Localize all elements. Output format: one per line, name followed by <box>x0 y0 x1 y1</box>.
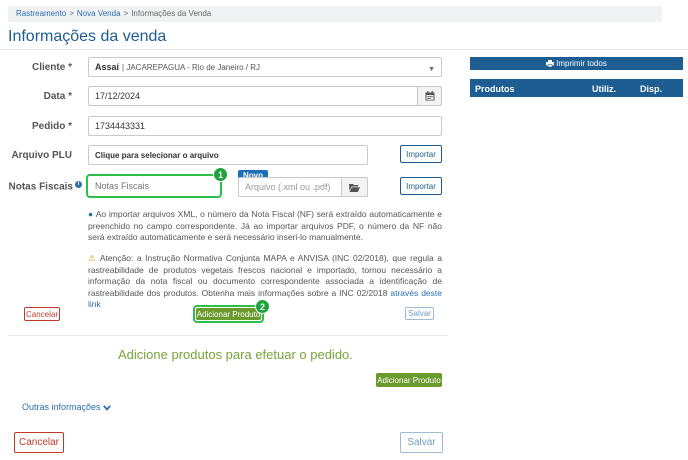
arquivo-plu-file-input[interactable]: Clique para selecionar o arquivo <box>88 145 368 165</box>
section-divider <box>8 335 448 336</box>
import-nf-button[interactable]: Importar <box>400 177 442 195</box>
breadcrumb-current: Informações da Venda <box>131 9 212 18</box>
save-small-button[interactable]: Salvar <box>405 307 434 320</box>
products-table-header: Produtos Utiliz. Disp. <box>470 79 683 97</box>
pedido-input[interactable]: 1734443331 <box>88 116 442 136</box>
calendar-icon <box>425 91 434 101</box>
notas-fiscais-input[interactable] <box>89 177 219 195</box>
print-all-button[interactable]: Imprimir todos <box>470 57 683 70</box>
cancel-button[interactable]: Cancelar <box>14 432 64 453</box>
chevron-down-icon <box>103 404 111 411</box>
step-2-badge: 2 <box>255 299 270 314</box>
title-divider <box>0 49 688 50</box>
cliente-label: Cliente * <box>31 62 72 73</box>
info-circle-icon: ● <box>88 209 94 219</box>
info-icon[interactable]: i <box>75 181 82 188</box>
cliente-detail: | JACAREPAGUA - Rio de Janeiro / RJ <box>122 62 261 72</box>
add-product-button-secondary[interactable]: Adicionar Produto <box>376 373 442 387</box>
arquivo-plu-label: Arquivo PLU <box>11 150 72 161</box>
page-title: Informações da venda <box>8 28 167 45</box>
print-icon <box>546 60 555 67</box>
col-produtos: Produtos <box>475 84 515 94</box>
notas-fiscais-label: Notas Fiscais i <box>6 181 82 192</box>
nf-file-input[interactable]: Arquivo (.xml ou .pdf) <box>238 177 342 197</box>
col-disp: Disp. <box>640 84 663 94</box>
col-utiliz: Utiliz. <box>592 84 616 94</box>
breadcrumb-rastreamento[interactable]: Rastreamento <box>16 9 66 18</box>
caret-down-icon: ▼ <box>428 66 435 73</box>
save-button[interactable]: Salvar <box>400 432 443 453</box>
breadcrumb-nova-venda[interactable]: Nova Venda <box>77 9 121 18</box>
step-1-badge: 1 <box>213 167 228 182</box>
folder-open-icon <box>349 183 360 192</box>
cliente-name: Assaí <box>95 62 120 72</box>
import-plu-button[interactable]: Importar <box>400 145 442 163</box>
xml-info-text: ● Ao importar arquivos XML, o número da … <box>88 209 442 243</box>
cancel-small-button[interactable]: Cancelar <box>24 307 60 321</box>
folder-browse-button[interactable] <box>341 177 368 197</box>
data-label: Data * <box>43 91 72 102</box>
add-product-button[interactable]: Adicionar Produto <box>196 308 261 320</box>
warning-icon: ⚠ <box>88 253 97 263</box>
pedido-label: Pedido * <box>31 121 72 132</box>
breadcrumb: Rastreamento > Nova Venda > Informações da V… <box>8 6 662 22</box>
outras-informacoes-toggle[interactable]: Outras informações <box>22 402 111 412</box>
empty-products-message: Adicione produtos para efetuar o pedido. <box>118 347 353 362</box>
calendar-button[interactable] <box>417 86 442 106</box>
cliente-select[interactable]: Assaí | JACAREPAGUA - Rio de Janeiro / R… <box>88 57 442 77</box>
data-input[interactable]: 17/12/2024 <box>88 86 418 106</box>
